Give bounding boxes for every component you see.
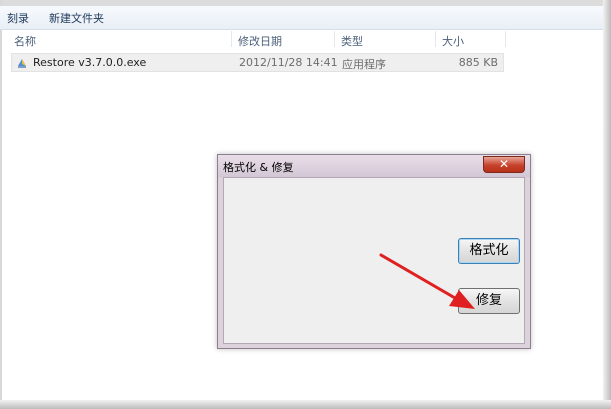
column-header-size[interactable]: 大小 — [442, 33, 464, 49]
file-name: Restore v3.7.0.0.exe — [33, 56, 147, 69]
column-divider[interactable] — [435, 31, 436, 47]
format-button[interactable]: 格式化 — [458, 238, 520, 264]
file-date-modified: 2012/11/28 14:41 — [239, 56, 338, 69]
repair-button[interactable]: 修复 — [458, 288, 520, 314]
close-icon: ✕ — [498, 157, 510, 171]
burn-button[interactable]: 刻录 — [7, 10, 29, 26]
new-folder-button[interactable]: 新建文件夹 — [49, 10, 104, 26]
column-divider[interactable] — [505, 31, 506, 47]
dialog-title: 格式化 & 修复 — [223, 161, 294, 174]
file-type: 应用程序 — [342, 58, 386, 71]
column-divider[interactable] — [334, 31, 335, 47]
explorer-toolbar: 刻录 新建文件夹 — [0, 6, 603, 30]
column-headers: 名称 修改日期 类型 大小 — [0, 31, 603, 51]
window-frame-left — [0, 0, 2, 409]
column-header-date-modified[interactable]: 修改日期 — [238, 33, 282, 49]
dialog-titlebar[interactable]: 格式化 & 修复 ✕ — [218, 155, 530, 177]
file-size: 885 KB — [458, 56, 498, 69]
format-repair-dialog: 格式化 & 修复 ✕ 格式化 修复 — [217, 154, 531, 349]
window-frame-right — [603, 0, 611, 409]
column-header-type[interactable]: 类型 — [341, 33, 363, 49]
close-button[interactable]: ✕ — [483, 156, 525, 173]
dialog-client-area: 格式化 修复 — [223, 177, 525, 344]
file-row[interactable]: Restore v3.7.0.0.exe 2012/11/28 14:41 应用… — [11, 53, 504, 72]
column-divider[interactable] — [231, 31, 232, 47]
executable-icon — [16, 57, 28, 69]
column-header-name[interactable]: 名称 — [14, 33, 36, 49]
window-frame-bottom — [0, 400, 611, 409]
